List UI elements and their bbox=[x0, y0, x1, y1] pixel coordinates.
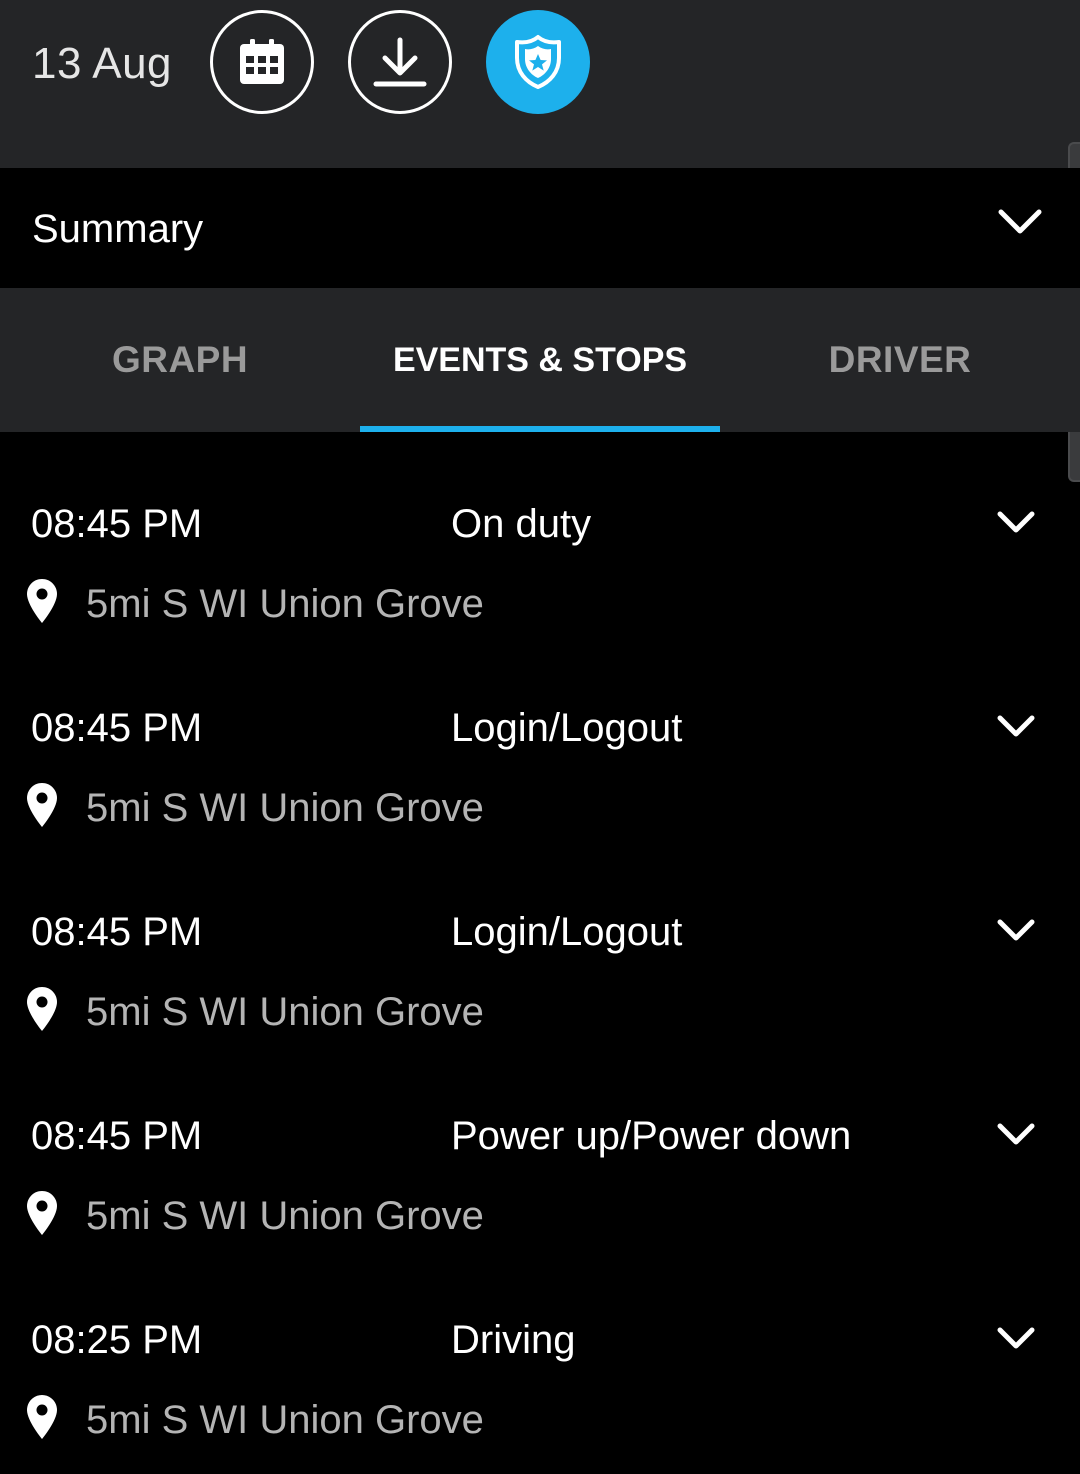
event-row[interactable]: 08:45 PM Power up/Power down 5mi S WI Un… bbox=[0, 1066, 1068, 1270]
summary-label: Summary bbox=[32, 207, 204, 251]
event-row[interactable]: 08:45 PM Login/Logout 5mi S WI Union Gro… bbox=[0, 658, 1068, 862]
event-type: Driving bbox=[451, 1318, 576, 1362]
location-pin-icon bbox=[26, 986, 58, 1037]
event-type: Power up/Power down bbox=[451, 1114, 852, 1158]
event-time: 08:45 PM bbox=[31, 910, 203, 954]
event-location: 5mi S WI Union Grove bbox=[86, 1194, 484, 1238]
chevron-down-icon[interactable] bbox=[996, 1120, 1036, 1153]
chevron-down-icon[interactable] bbox=[996, 206, 1044, 243]
download-icon bbox=[372, 34, 428, 90]
event-location: 5mi S WI Union Grove bbox=[86, 582, 484, 626]
download-button[interactable] bbox=[348, 10, 452, 114]
active-tab-indicator bbox=[360, 426, 720, 432]
inspection-mode-button[interactable] bbox=[486, 10, 590, 114]
location-pin-icon bbox=[26, 1394, 58, 1445]
event-time: 08:45 PM bbox=[31, 706, 203, 750]
event-location: 5mi S WI Union Grove bbox=[86, 786, 484, 830]
event-row[interactable]: 08:45 PM Login/Logout 5mi S WI Union Gro… bbox=[0, 862, 1068, 1066]
calendar-button[interactable] bbox=[210, 10, 314, 114]
event-time: 08:25 PM bbox=[31, 1318, 203, 1362]
event-time: 08:45 PM bbox=[31, 502, 203, 546]
event-location: 5mi S WI Union Grove bbox=[86, 990, 484, 1034]
location-pin-icon bbox=[26, 1190, 58, 1241]
chevron-down-icon[interactable] bbox=[996, 712, 1036, 745]
date-label[interactable]: 13 Aug bbox=[32, 38, 172, 90]
event-type: On duty bbox=[451, 502, 592, 546]
tab-events-stops[interactable]: EVENTS & STOPS bbox=[360, 288, 720, 432]
shield-badge-icon bbox=[512, 34, 564, 90]
event-type: Login/Logout bbox=[451, 910, 683, 954]
event-row[interactable]: 08:25 PM Driving 5mi S WI Union Grove bbox=[0, 1270, 1068, 1474]
tab-bar: GRAPH EVENTS & STOPS DRIVER bbox=[0, 288, 1080, 432]
top-header: 13 Aug bbox=[0, 0, 1080, 168]
location-pin-icon bbox=[26, 782, 58, 833]
tab-driver[interactable]: DRIVER bbox=[720, 288, 1080, 432]
event-time: 08:45 PM bbox=[31, 1114, 203, 1158]
chevron-down-icon[interactable] bbox=[996, 916, 1036, 949]
calendar-icon bbox=[237, 37, 287, 87]
event-row[interactable]: 08:45 PM On duty 5mi S WI Union Grove bbox=[0, 454, 1068, 658]
location-pin-icon bbox=[26, 578, 58, 629]
chevron-down-icon[interactable] bbox=[996, 1324, 1036, 1357]
tab-graph[interactable]: GRAPH bbox=[0, 288, 360, 432]
event-location: 5mi S WI Union Grove bbox=[86, 1398, 484, 1442]
event-type: Login/Logout bbox=[451, 706, 683, 750]
chevron-down-icon[interactable] bbox=[996, 508, 1036, 541]
